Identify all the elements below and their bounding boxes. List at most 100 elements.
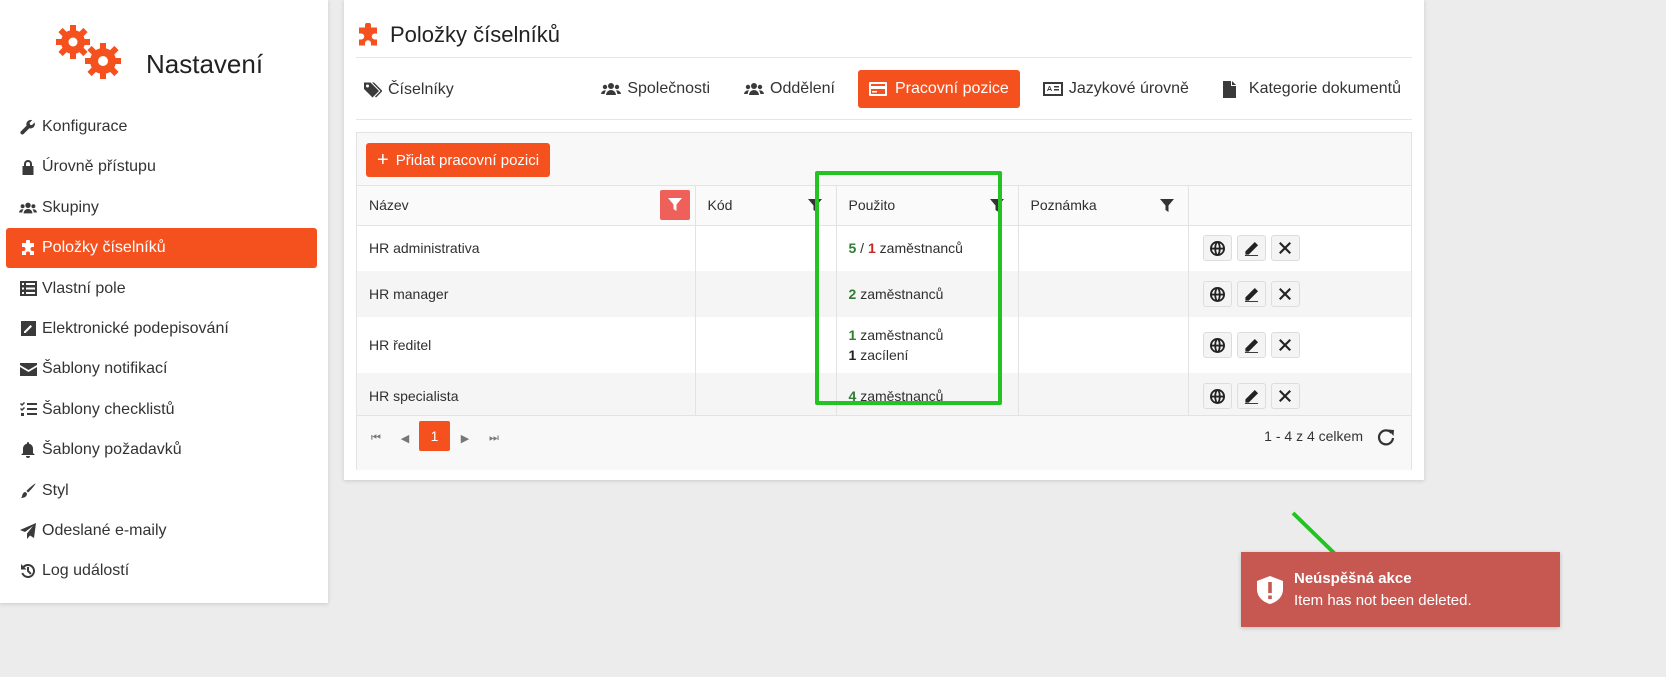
last-page-icon[interactable]: ⏭ [487,432,501,445]
cell-name: HR specialista [369,388,459,404]
table-row[interactable]: HR administrativa 5 / 1 zaměstnanců [357,225,1411,271]
bell-icon [19,441,37,459]
sidebar-item-label: Konfigurace [42,118,128,135]
cell-note [1017,225,1188,271]
sidebar-item-urovne-pristupu[interactable]: Úrovně přístupu [6,147,317,187]
cell-actions [1187,317,1411,373]
delete-button[interactable] [1270,235,1300,262]
grid-toolbar: + Přidat pracovní pozici [357,133,1411,186]
pencil-icon [1244,287,1258,302]
toast-message: Item has not been deleted. [1294,592,1472,609]
delete-button[interactable] [1270,281,1300,307]
cell-code [694,225,836,271]
close-icon [1279,390,1291,402]
edit-button[interactable] [1236,332,1266,358]
next-page-icon[interactable]: ▶ [458,432,472,445]
sidebar-item-sablony-checklistu[interactable]: Šablony checklistů [6,390,317,430]
tab-kategorie-dokumentu[interactable]: Kategorie dokumentů [1212,70,1412,108]
lock-icon [19,158,37,176]
users-icon [19,199,37,217]
sidebar-item-skupiny[interactable]: Skupiny [6,188,317,228]
page-header: Položky číselníků [356,20,560,50]
envelope-icon [19,360,37,378]
used-label: zaměstnanců [860,327,944,343]
sidebar-item-odeslane-emaily[interactable]: Odeslané e-maily [6,511,317,551]
sidebar-item-elektronicke-podepisovani[interactable]: Elektronické podepisování [6,309,317,349]
tab-spolecnosti[interactable]: Společnosti [590,70,721,108]
id-card-icon [1042,80,1063,98]
tags-icon [364,82,382,98]
column-header-poznamka[interactable]: Poznámka [1017,186,1188,226]
edit-button[interactable] [1236,281,1266,307]
cell-name: HR administrativa [369,240,480,257]
users-icon [601,80,622,98]
column-header-kod[interactable]: Kód [694,186,836,226]
sidebar-item-sablony-pozadavku[interactable]: Šablony požadavků [6,430,317,470]
tab-jazykove-urovne[interactable]: Jazykové úrovně [1032,70,1200,108]
tab-label: Pracovní pozice [894,80,1009,97]
tab-ciselniky[interactable]: Číselníky [364,72,454,108]
sidebar-item-vlastni-pole[interactable]: Vlastní pole [6,269,317,309]
column-header-label: Název [369,197,409,214]
column-header-label: Použito [848,197,896,214]
filter-icon[interactable] [804,195,826,217]
used-separator: / [856,240,868,257]
cell-note [1017,271,1188,317]
tab-oddeleni[interactable]: Oddělení [733,70,846,108]
prev-page-icon[interactable]: ◀ [398,432,412,445]
puzzle-icon [19,239,37,257]
edit-button[interactable] [1236,235,1266,262]
column-header-pouzito[interactable]: Použito [835,186,1018,226]
divider [356,57,1412,58]
users-icon [744,80,765,98]
sidebar-item-log-udalosti[interactable]: Log událostí [6,551,317,591]
first-page-icon[interactable]: ⏮ [369,432,383,445]
delete-button[interactable] [1270,383,1300,409]
shield-alert-icon [1257,576,1283,604]
refresh-icon[interactable] [1376,427,1396,447]
sidebar-item-styl[interactable]: Styl [6,471,317,511]
column-header-nazev[interactable]: Název [357,186,695,226]
signature-icon [19,320,37,338]
table-row[interactable]: HR ředitel 1 zaměstnanců 1 zacílení [357,317,1411,373]
close-icon [1279,339,1291,351]
sidebar-item-konfigurace[interactable]: Konfigurace [6,107,317,147]
translate-button[interactable] [1202,235,1232,262]
globe-icon [1209,286,1225,302]
table-row[interactable]: HR specialista 4 zaměstnanců [357,373,1411,419]
tab-pracovni-pozice[interactable]: Pracovní pozice [857,70,1020,108]
main-card: Položky číselníků Číselníky Společnosti … [344,0,1424,480]
targeting-count: 1 [848,347,857,363]
sidebar-item-sablony-notifikaci[interactable]: Šablony notifikací [6,349,317,389]
brush-icon [19,482,37,500]
paper-plane-icon [19,522,37,540]
file-icon [1222,80,1243,98]
filter-icon[interactable] [1156,195,1178,217]
sidebar-item-polozky-ciselniku[interactable]: Položky číselníků [6,228,317,269]
used-label: zaměstnanců [860,286,944,302]
add-position-button[interactable]: + Přidat pracovní pozici [366,143,551,177]
sidebar-item-label: Log událostí [42,562,130,580]
sidebar-item-label: Šablony checklistů [42,400,175,418]
close-icon [1279,242,1291,255]
pager-info: 1 - 4 z 4 celkem [1264,428,1363,444]
used-count: 1 [848,327,857,343]
cell-actions [1187,225,1411,271]
brand-title: Nastavení [146,49,264,79]
sidebar-item-label: Vlastní pole [42,279,126,297]
brand: Nastavení [55,25,315,85]
translate-button[interactable] [1202,383,1232,409]
delete-button[interactable] [1270,332,1300,358]
puzzle-icon [359,23,377,46]
page-current[interactable]: 1 [419,421,450,451]
table-row[interactable]: HR manager 2 zaměstnanců [357,271,1411,317]
cell-note [1017,373,1188,419]
sidebar-nav: Konfigurace Úrovně přístupu Skupiny Polo… [6,107,317,592]
filter-icon[interactable] [659,190,690,220]
translate-button[interactable] [1202,281,1232,307]
edit-button[interactable] [1236,383,1266,409]
filter-icon[interactable] [986,195,1008,217]
translate-button[interactable] [1202,332,1232,358]
column-header-actions [1187,186,1411,226]
pager: ⏮ ◀ 1 ▶ ⏭ 1 - 4 z 4 celkem [357,415,1411,470]
